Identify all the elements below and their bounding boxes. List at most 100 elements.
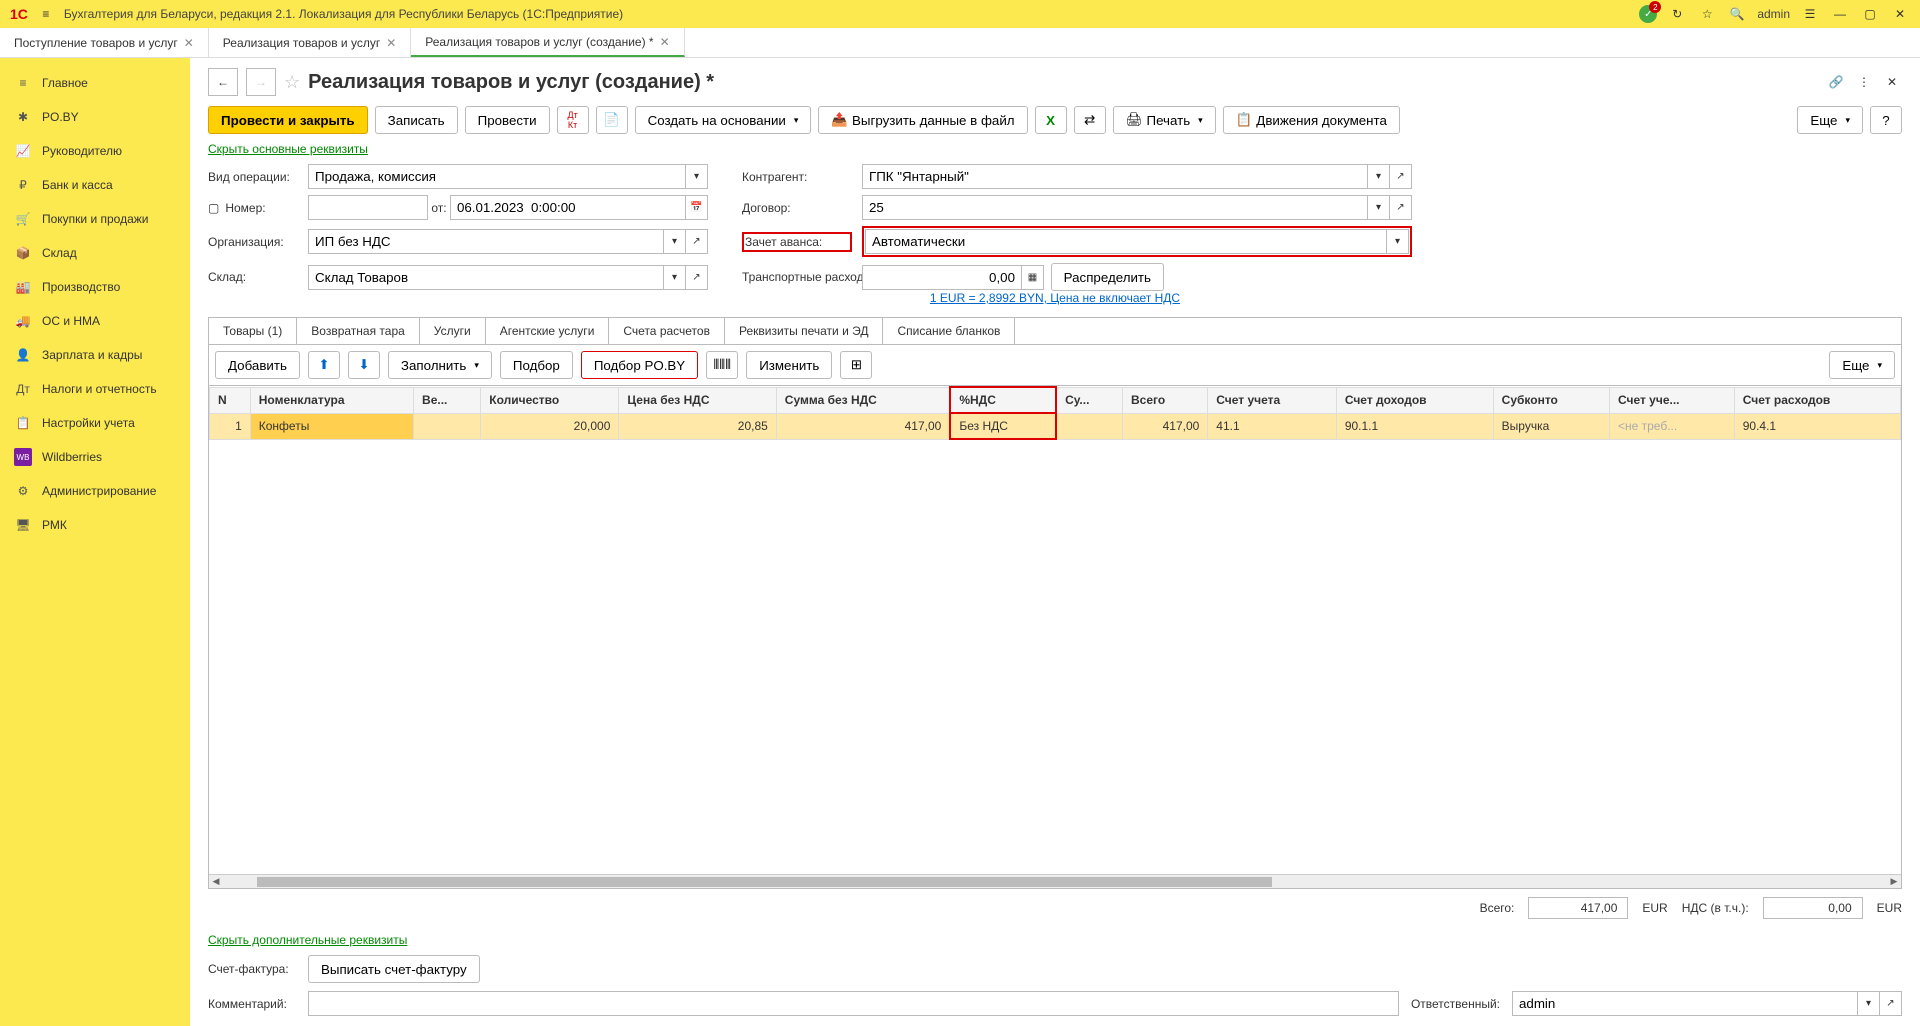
minimize-icon[interactable]: —: [1830, 4, 1850, 24]
contr-input[interactable]: [862, 164, 1368, 189]
tab-blanks[interactable]: Списание бланков: [883, 318, 1015, 344]
search-icon[interactable]: 🔍: [1727, 4, 1747, 24]
close-page-icon[interactable]: ✕: [1882, 72, 1902, 92]
table-row[interactable]: 1 Конфеты 20,000 20,85 417,00 Без НДС 41…: [210, 413, 1901, 439]
dtkt-button[interactable]: ДтКт: [557, 106, 589, 134]
dropdown-icon[interactable]: ▾: [664, 265, 686, 290]
link-icon[interactable]: 🔗: [1826, 72, 1846, 92]
move-down-button[interactable]: ⬇: [348, 351, 380, 379]
close-icon[interactable]: ✕: [1890, 4, 1910, 24]
col-income-acct[interactable]: Счет доходов: [1336, 387, 1493, 413]
dropdown-icon[interactable]: ▾: [664, 229, 686, 254]
dropdown-icon[interactable]: ▾: [1858, 991, 1880, 1016]
scrollbar-thumb[interactable]: [257, 877, 1272, 887]
warehouse-input[interactable]: [308, 265, 664, 290]
open-icon[interactable]: ↗: [686, 229, 708, 254]
sidebar-item-taxes[interactable]: ДтНалоги и отчетность: [0, 372, 190, 406]
add-row-button[interactable]: Добавить: [215, 351, 300, 379]
transport-input[interactable]: [862, 265, 1022, 290]
more-button[interactable]: Еще: [1797, 106, 1863, 134]
tab-close-icon[interactable]: ✕: [386, 36, 396, 50]
date-input[interactable]: [450, 195, 686, 220]
kebab-icon[interactable]: ⋮: [1854, 72, 1874, 92]
tab-agent[interactable]: Агентские услуги: [486, 318, 610, 344]
col-total[interactable]: Всего: [1123, 387, 1208, 413]
dropdown-icon[interactable]: ▾: [686, 164, 708, 189]
cell-price[interactable]: 20,85: [619, 413, 776, 439]
op-type-input[interactable]: [308, 164, 686, 189]
fill-button[interactable]: Заполнить: [388, 351, 492, 379]
settings-icon[interactable]: ☰: [1800, 4, 1820, 24]
open-icon[interactable]: ↗: [1390, 195, 1412, 220]
nav-forward-button[interactable]: →: [246, 68, 276, 96]
menu-icon[interactable]: ≡: [36, 4, 56, 24]
cell-nomenclature[interactable]: Конфеты: [250, 413, 413, 439]
col-vat-sum[interactable]: Су...: [1056, 387, 1122, 413]
nav-tab-incoming[interactable]: Поступление товаров и услуг✕: [0, 28, 209, 57]
org-input[interactable]: [308, 229, 664, 254]
pick-poby-button[interactable]: Подбор PO.BY: [581, 351, 698, 379]
tab-print-req[interactable]: Реквизиты печати и ЭД: [725, 318, 884, 344]
nav-back-button[interactable]: ←: [208, 68, 238, 96]
doc-movements-button[interactable]: 📋 Движения документа: [1223, 106, 1400, 134]
sidebar-item-production[interactable]: 🏭Производство: [0, 270, 190, 304]
sidebar-item-poby[interactable]: ✱PO.BY: [0, 100, 190, 134]
sidebar-item-assets[interactable]: 🚚ОС и НМА: [0, 304, 190, 338]
help-button[interactable]: ?: [1870, 106, 1902, 134]
star-icon[interactable]: ☆: [1697, 4, 1717, 24]
tab-services[interactable]: Услуги: [420, 318, 486, 344]
col-expense-acct[interactable]: Счет расходов: [1734, 387, 1900, 413]
report-button[interactable]: 📄: [596, 106, 628, 134]
col-price[interactable]: Цена без НДС: [619, 387, 776, 413]
scroll-right-icon[interactable]: ▶: [1887, 875, 1901, 889]
cell-subconto[interactable]: Выручка: [1493, 413, 1609, 439]
col-acct[interactable]: Счет учета: [1208, 387, 1337, 413]
exchange-button[interactable]: ⇄: [1074, 106, 1106, 134]
tab-close-icon[interactable]: ✕: [660, 35, 670, 49]
conduct-and-close-button[interactable]: Провести и закрыть: [208, 106, 368, 134]
col-subconto[interactable]: Субконто: [1493, 387, 1609, 413]
col-settings-button[interactable]: ⊞: [840, 351, 872, 379]
col-qty[interactable]: Количество: [481, 387, 619, 413]
cell-vat-sum[interactable]: [1056, 413, 1122, 439]
open-icon[interactable]: ↗: [1390, 164, 1412, 189]
comment-input[interactable]: [308, 991, 1399, 1016]
maximize-icon[interactable]: ▢: [1860, 4, 1880, 24]
calendar-icon[interactable]: 📅: [686, 195, 708, 220]
cell-acct2[interactable]: <не треб...: [1609, 413, 1734, 439]
dropdown-icon[interactable]: ▾: [1368, 195, 1390, 220]
calc-icon[interactable]: ▦: [1022, 265, 1044, 290]
excel-button[interactable]: X: [1035, 106, 1067, 134]
dropdown-icon[interactable]: ▾: [1387, 229, 1409, 254]
advance-input[interactable]: [865, 229, 1387, 254]
table-more-button[interactable]: Еще: [1829, 351, 1895, 379]
sidebar-item-main[interactable]: ≡Главное: [0, 66, 190, 100]
col-sum[interactable]: Сумма без НДС: [776, 387, 950, 413]
dropdown-icon[interactable]: ▾: [1368, 164, 1390, 189]
tab-accounts[interactable]: Счета расчетов: [609, 318, 725, 344]
h-scrollbar[interactable]: ◀ ▶: [209, 874, 1901, 888]
sidebar-item-salary[interactable]: 👤Зарплата и кадры: [0, 338, 190, 372]
col-nomenclature[interactable]: Номенклатура: [250, 387, 413, 413]
cell-vat-rate[interactable]: Без НДС: [950, 413, 1056, 439]
create-based-button[interactable]: Создать на основании: [635, 106, 812, 134]
export-data-button[interactable]: 📤 Выгрузить данные в файл: [818, 106, 1027, 134]
cell-sum[interactable]: 417,00: [776, 413, 950, 439]
col-n[interactable]: N: [210, 387, 251, 413]
nav-tab-sales[interactable]: Реализация товаров и услуг✕: [209, 28, 411, 57]
cell-expense[interactable]: 90.4.1: [1734, 413, 1900, 439]
contract-input[interactable]: [862, 195, 1368, 220]
sidebar-item-wildberries[interactable]: WBWildberries: [0, 440, 190, 474]
move-up-button[interactable]: ⬆: [308, 351, 340, 379]
col-weight[interactable]: Ве...: [414, 387, 481, 413]
sidebar-item-warehouse[interactable]: 📦Склад: [0, 236, 190, 270]
save-button[interactable]: Записать: [375, 106, 458, 134]
tab-close-icon[interactable]: ✕: [184, 36, 194, 50]
tab-return-pack[interactable]: Возвратная тара: [297, 318, 420, 344]
open-icon[interactable]: ↗: [1880, 991, 1902, 1016]
pick-button[interactable]: Подбор: [500, 351, 573, 379]
nav-tab-sales-create[interactable]: Реализация товаров и услуг (создание) *✕: [411, 28, 684, 57]
sidebar-item-purchases[interactable]: 🛒Покупки и продажи: [0, 202, 190, 236]
conduct-button[interactable]: Провести: [465, 106, 550, 134]
scroll-left-icon[interactable]: ◀: [209, 875, 223, 889]
